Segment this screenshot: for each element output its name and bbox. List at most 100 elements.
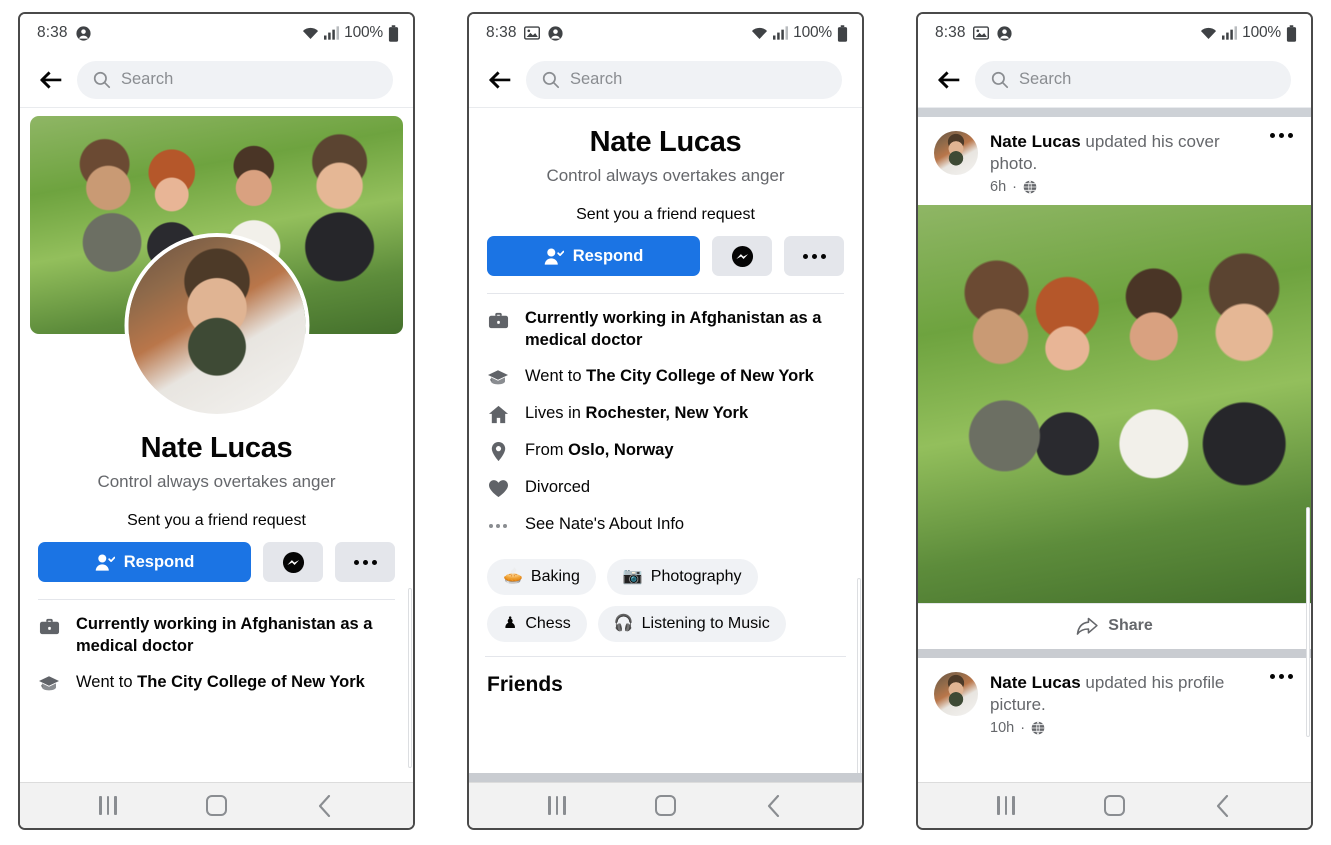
camera-icon: 📷 (622, 567, 643, 585)
respond-button[interactable]: Respond (38, 542, 251, 582)
search-header: Search (469, 52, 862, 108)
profile-avatar[interactable] (124, 233, 309, 418)
briefcase-icon (38, 615, 60, 637)
search-input[interactable]: Search (526, 60, 842, 99)
account-circle-icon (996, 25, 1013, 42)
chip-chess[interactable]: ♟ Chess (487, 605, 587, 642)
recents-icon (548, 796, 566, 815)
search-input[interactable]: Search (77, 60, 393, 99)
info-row-work[interactable]: Currently working in Afghanistan as a me… (487, 308, 844, 352)
info-row-lives-in-text: Lives in Rochester, New York (525, 403, 749, 422)
ellipsis-icon (353, 559, 377, 565)
search-input[interactable]: Search (975, 60, 1291, 99)
nav-recents-button[interactable] (983, 786, 1029, 826)
vertical-scrollbar[interactable] (857, 578, 861, 773)
profile-scroll-area[interactable]: Nate Lucas Control always overtakes ange… (20, 108, 413, 782)
search-icon (542, 71, 560, 89)
friend-request-status: Sent you a friend request (127, 512, 306, 529)
profile-photo-doctor-peek[interactable] (918, 746, 1311, 782)
chip-listening-to-music[interactable]: 🎧 Listening to Music (597, 605, 786, 642)
chip-photography-label: Photography (650, 567, 742, 585)
back-arrow-icon[interactable] (936, 67, 962, 93)
post-meta: Nate Lucas updated his profile picture. … (990, 672, 1252, 736)
messenger-button[interactable] (712, 236, 772, 276)
nav-recents-button[interactable] (85, 786, 131, 826)
nav-back-button[interactable] (1200, 786, 1246, 826)
nav-recents-button[interactable] (534, 786, 580, 826)
nav-home-button[interactable] (193, 786, 239, 826)
chip-baking[interactable]: 🥧 Baking (487, 558, 596, 595)
android-nav-bar (20, 782, 413, 828)
info-row-work-text: Currently working in Afghanistan as a me… (76, 615, 373, 655)
info-row-relationship[interactable]: Divorced (487, 477, 844, 500)
chess-pawn-icon: ♟ (503, 614, 518, 632)
heart-icon (487, 478, 509, 500)
phone-2-screen: 8:38 100% Search Nate Lucas Control alwa… (469, 14, 862, 828)
headphones-icon: 🎧 (613, 614, 634, 632)
nav-home-button[interactable] (642, 786, 688, 826)
search-placeholder: Search (570, 70, 623, 88)
status-bar: 8:38 100% (20, 14, 413, 52)
vertical-scrollbar[interactable] (1306, 506, 1310, 737)
share-button[interactable]: Share (918, 602, 1311, 649)
ellipsis-icon (1270, 132, 1293, 138)
info-row-from[interactable]: From Oslo, Norway (487, 440, 844, 463)
post-author[interactable]: Nate Lucas (990, 132, 1081, 151)
home-icon (205, 795, 227, 816)
respond-button[interactable]: Respond (487, 236, 700, 276)
location-pin-icon (487, 441, 509, 463)
chevron-left-icon (767, 794, 781, 817)
pie-icon: 🥧 (503, 567, 523, 585)
feed-scroll-area[interactable]: Nate Lucas updated his cover photo. 6h · (918, 116, 1311, 782)
recents-icon (99, 796, 117, 815)
back-arrow-icon[interactable] (38, 67, 64, 93)
more-options-button[interactable] (335, 542, 395, 582)
search-icon (991, 71, 1009, 89)
globe-icon (1023, 180, 1037, 194)
nav-back-button[interactable] (751, 786, 797, 826)
info-row-lives-in[interactable]: Lives in Rochester, New York (487, 403, 844, 426)
ellipsis-icon (487, 515, 509, 537)
messenger-icon (731, 245, 754, 268)
post-more-button[interactable] (1264, 131, 1295, 138)
vertical-scrollbar[interactable] (408, 588, 412, 768)
status-time: 8:38 (935, 24, 966, 41)
status-bar: 8:38 100% (469, 14, 862, 52)
chip-photography[interactable]: 📷 Photography (606, 558, 758, 595)
info-row-education-text: Went to The City College of New York (76, 672, 365, 691)
android-nav-bar (469, 782, 862, 828)
post-subtitle: 6h · (990, 179, 1252, 195)
info-row-education[interactable]: Went to The City College of New York (38, 672, 395, 695)
info-row-work[interactable]: Currently working in Afghanistan as a me… (38, 614, 395, 658)
search-header: Search (918, 52, 1311, 108)
avatar[interactable] (934, 130, 978, 175)
back-arrow-icon[interactable] (487, 67, 513, 93)
info-row-about[interactable]: See Nate's About Info (487, 514, 844, 537)
cover-photo-family[interactable] (918, 204, 1311, 603)
chevron-left-icon (1216, 794, 1230, 817)
globe-icon (1031, 721, 1045, 735)
person-check-icon (544, 247, 564, 266)
messenger-button[interactable] (263, 542, 323, 582)
info-row-education-text: Went to The City College of New York (525, 366, 814, 385)
info-row-education[interactable]: Went to The City College of New York (487, 366, 844, 389)
battery-percent: 100% (344, 24, 383, 41)
nav-home-button[interactable] (1091, 786, 1137, 826)
share-icon (1076, 617, 1098, 636)
avatar[interactable] (934, 671, 978, 716)
post-more-button[interactable] (1264, 672, 1295, 679)
post-author[interactable]: Nate Lucas (990, 673, 1081, 692)
info-row-about-text: See Nate's About Info (525, 514, 685, 533)
cover-photo-container (20, 108, 413, 418)
phone-3-feed: 8:38 100% Search Nate Lucas updated his … (916, 12, 1313, 830)
post-header: Nate Lucas updated his profile picture. … (918, 658, 1311, 746)
profile-scroll-area[interactable]: Nate Lucas Control always overtakes ange… (469, 108, 862, 773)
phone-3-screen: 8:38 100% Search Nate Lucas updated his … (918, 14, 1311, 828)
home-icon (1103, 795, 1125, 816)
image-icon (972, 26, 989, 40)
more-options-button[interactable] (784, 236, 844, 276)
nav-back-button[interactable] (302, 786, 348, 826)
profile-bio: Control always overtakes anger (97, 472, 336, 491)
respond-button-label: Respond (572, 246, 644, 265)
friend-request-status: Sent you a friend request (576, 206, 755, 223)
